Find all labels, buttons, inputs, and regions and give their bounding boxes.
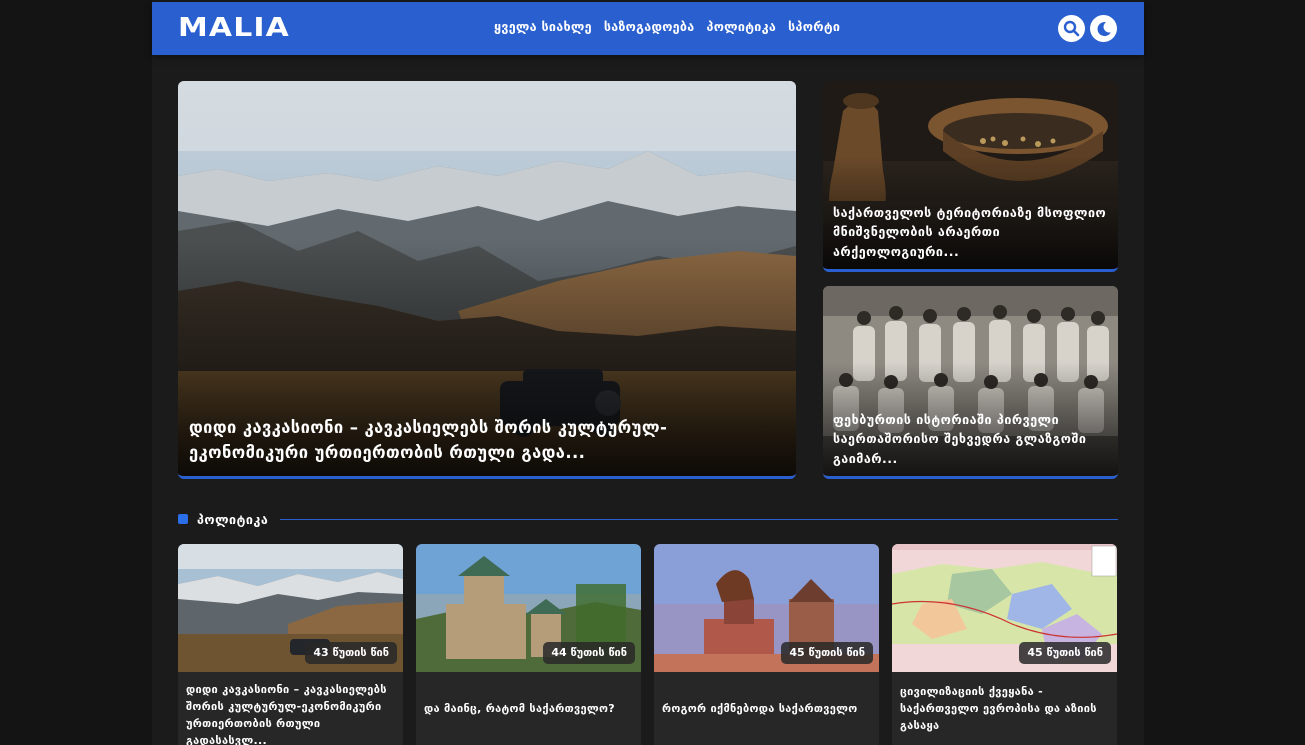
archaeology-title[interactable]: საქართველოს ტერიტორიაზე მსოფლიო მნიშვნელ… bbox=[833, 203, 1108, 261]
article-card[interactable]: 44 წუთის წინ და მაინც, რატომ საქართველო? bbox=[416, 544, 641, 745]
article-time-badge: 45 წუთის წინ bbox=[781, 642, 873, 664]
section-marker-icon bbox=[178, 514, 188, 524]
nav-item-all-news[interactable]: ყველა სიახლე bbox=[494, 19, 592, 34]
nav-item-society[interactable]: საზოგადოება bbox=[604, 19, 695, 34]
article-title[interactable]: ცივილიზაციის ქვეყანა - საქართველო ევროპი… bbox=[900, 672, 1109, 745]
article-title[interactable]: დიდი კავკასიონი – კავკასიელებს შორის კულ… bbox=[186, 672, 395, 745]
theme-toggle-button[interactable] bbox=[1090, 15, 1117, 42]
hero-side-article-archaeology[interactable]: საქართველოს ტერიტორიაზე მსოფლიო მნიშვნელ… bbox=[823, 81, 1118, 272]
section-title[interactable]: პოლიტიკა bbox=[197, 512, 268, 527]
article-card[interactable]: 43 წუთის წინ დიდი კავკასიონი – კავკასიელ… bbox=[178, 544, 403, 745]
hero-main-article[interactable]: დიდი კავკასიონი – კავკასიელებს შორის კულ… bbox=[178, 81, 796, 479]
search-icon bbox=[1063, 20, 1080, 37]
main-nav: ყველა სიახლე საზოგადოება პოლიტიკა სპორტი bbox=[494, 19, 840, 34]
nav-item-sports[interactable]: სპორტი bbox=[788, 19, 840, 34]
site-header: MALIA ყველა სიახლე საზოგადოება პოლიტიკა … bbox=[152, 2, 1144, 55]
article-time-badge: 43 წუთის წინ bbox=[305, 642, 397, 664]
article-title[interactable]: და მაინც, რატომ საქართველო? bbox=[424, 672, 633, 745]
hero-side-article-football[interactable]: ფეხბურთის ისტორიაში პირველი საერთაშორისო… bbox=[823, 286, 1118, 479]
article-card[interactable]: 45 წუთის წინ ცივილიზაციის ქვეყანა - საქა… bbox=[892, 544, 1117, 745]
section-divider bbox=[280, 518, 1118, 520]
moon-icon bbox=[1097, 21, 1111, 36]
article-title[interactable]: როგორ იქმნებოდა საქართველო bbox=[662, 672, 871, 745]
article-card[interactable]: 45 წუთის წინ როგორ იქმნებოდა საქართველო bbox=[654, 544, 879, 745]
football-title[interactable]: ფეხბურთის ისტორიაში პირველი საერთაშორისო… bbox=[833, 410, 1108, 468]
site-logo[interactable]: MALIA bbox=[178, 13, 290, 43]
search-button[interactable] bbox=[1058, 15, 1085, 42]
article-time-badge: 44 წუთის წინ bbox=[543, 642, 635, 664]
article-time-badge: 45 წუთის წინ bbox=[1019, 642, 1111, 664]
nav-item-politics[interactable]: პოლიტიკა bbox=[706, 19, 776, 34]
hero-main-title[interactable]: დიდი კავკასიონი – კავკასიელებს შორის კულ… bbox=[189, 415, 786, 466]
section-header-politics: პოლიტიკა bbox=[178, 509, 1118, 529]
